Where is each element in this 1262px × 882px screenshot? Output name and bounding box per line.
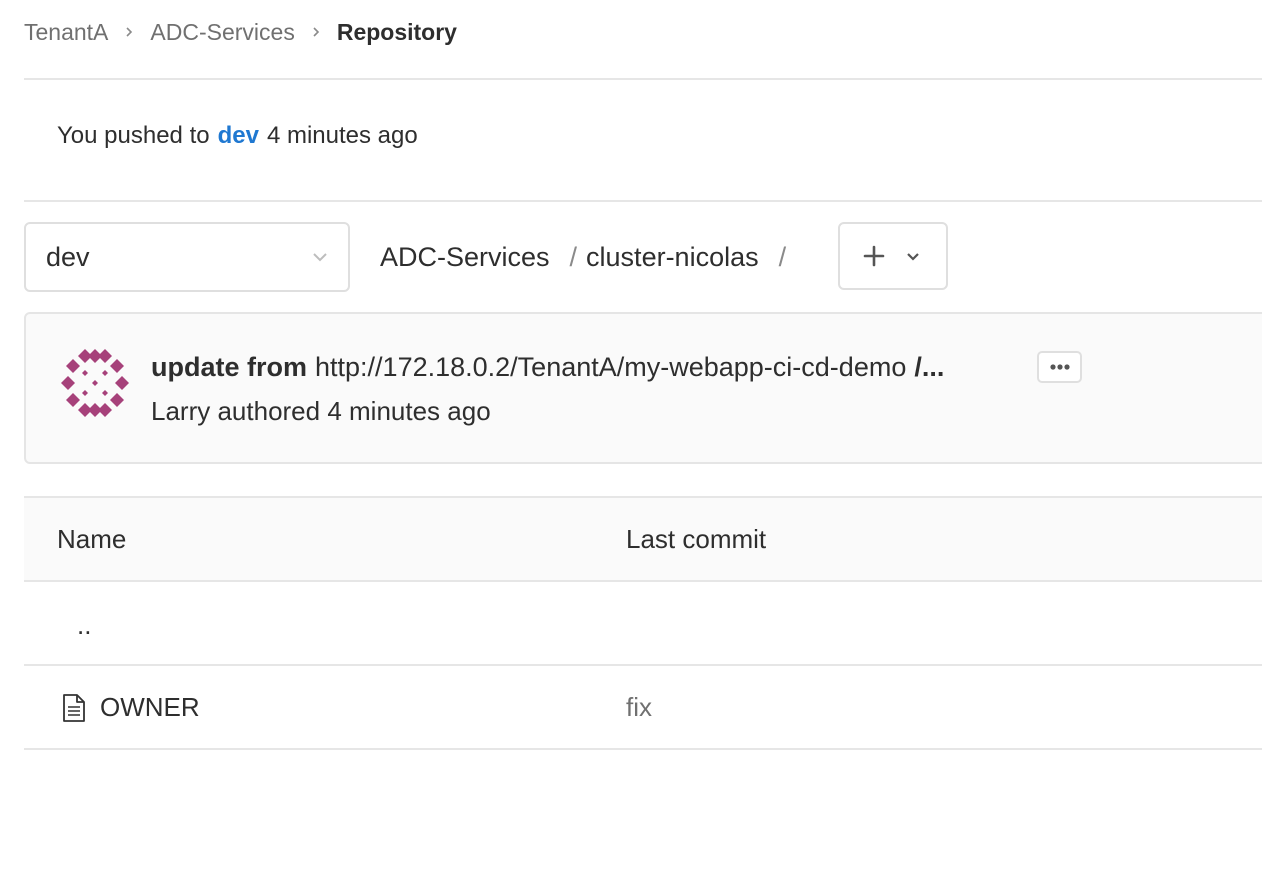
- commit-author-meta: Larry authored 4 minutes ago: [151, 396, 491, 426]
- commit-title: update from http://172.18.0.2/TenantA/my…: [151, 352, 944, 383]
- chevron-down-icon: [903, 246, 923, 266]
- path-separator: /: [569, 241, 578, 272]
- path-separator: /: [778, 241, 787, 272]
- breadcrumb-project[interactable]: ADC-Services: [150, 19, 294, 46]
- column-header-name: Name: [57, 524, 127, 554]
- expand-commit-message-button[interactable]: [1037, 351, 1082, 383]
- parent-directory-link[interactable]: ..: [77, 610, 91, 641]
- pushed-branch-link[interactable]: dev: [218, 122, 259, 150]
- table-row[interactable]: OWNER fix: [24, 666, 1262, 750]
- file-path: ADC-Services / cluster-nicolas /: [380, 222, 795, 292]
- add-to-tree-button[interactable]: [838, 222, 948, 290]
- plus-icon: [863, 245, 885, 267]
- parent-directory-row[interactable]: ..: [24, 582, 1262, 666]
- commit-title-link[interactable]: http://172.18.0.2/TenantA/my-webapp-ci-c…: [315, 352, 906, 383]
- file-table-header: Name Last commit: [24, 496, 1262, 582]
- breadcrumb: TenantA ADC-Services Repository: [24, 14, 457, 50]
- branch-selector[interactable]: dev: [24, 222, 350, 292]
- column-header-last-commit: Last commit: [626, 524, 767, 554]
- branch-selector-value: dev: [46, 241, 90, 272]
- push-notice-time: 4 minutes ago: [266, 122, 418, 149]
- file-text-icon: [63, 694, 85, 722]
- commit-title-prefix[interactable]: update from: [151, 352, 307, 383]
- last-commit-panel: update from http://172.18.0.2/TenantA/my…: [24, 312, 1262, 464]
- breadcrumb-current: Repository: [336, 18, 457, 45]
- push-notice: You pushed to dev 4 minutes ago: [57, 122, 418, 150]
- chevron-down-icon: [310, 247, 330, 267]
- file-last-commit-link[interactable]: fix: [626, 692, 652, 723]
- breadcrumb-tenant[interactable]: TenantA: [24, 19, 108, 46]
- ellipsis-icon: [1049, 364, 1070, 370]
- commit-title-truncation: /...: [914, 352, 945, 382]
- file-name-link[interactable]: OWNER: [100, 692, 200, 723]
- chevron-right-icon: [295, 26, 337, 38]
- chevron-right-icon: [108, 26, 150, 38]
- repository-page: TenantA ADC-Services Repository You push…: [0, 0, 1262, 882]
- path-segment-project[interactable]: ADC-Services: [380, 242, 550, 273]
- divider: [24, 78, 1262, 80]
- divider: [24, 200, 1262, 202]
- user-avatar-identicon[interactable]: [61, 349, 129, 417]
- push-notice-prefix: You pushed to: [57, 122, 210, 149]
- path-segment-directory[interactable]: cluster-nicolas: [586, 242, 759, 273]
